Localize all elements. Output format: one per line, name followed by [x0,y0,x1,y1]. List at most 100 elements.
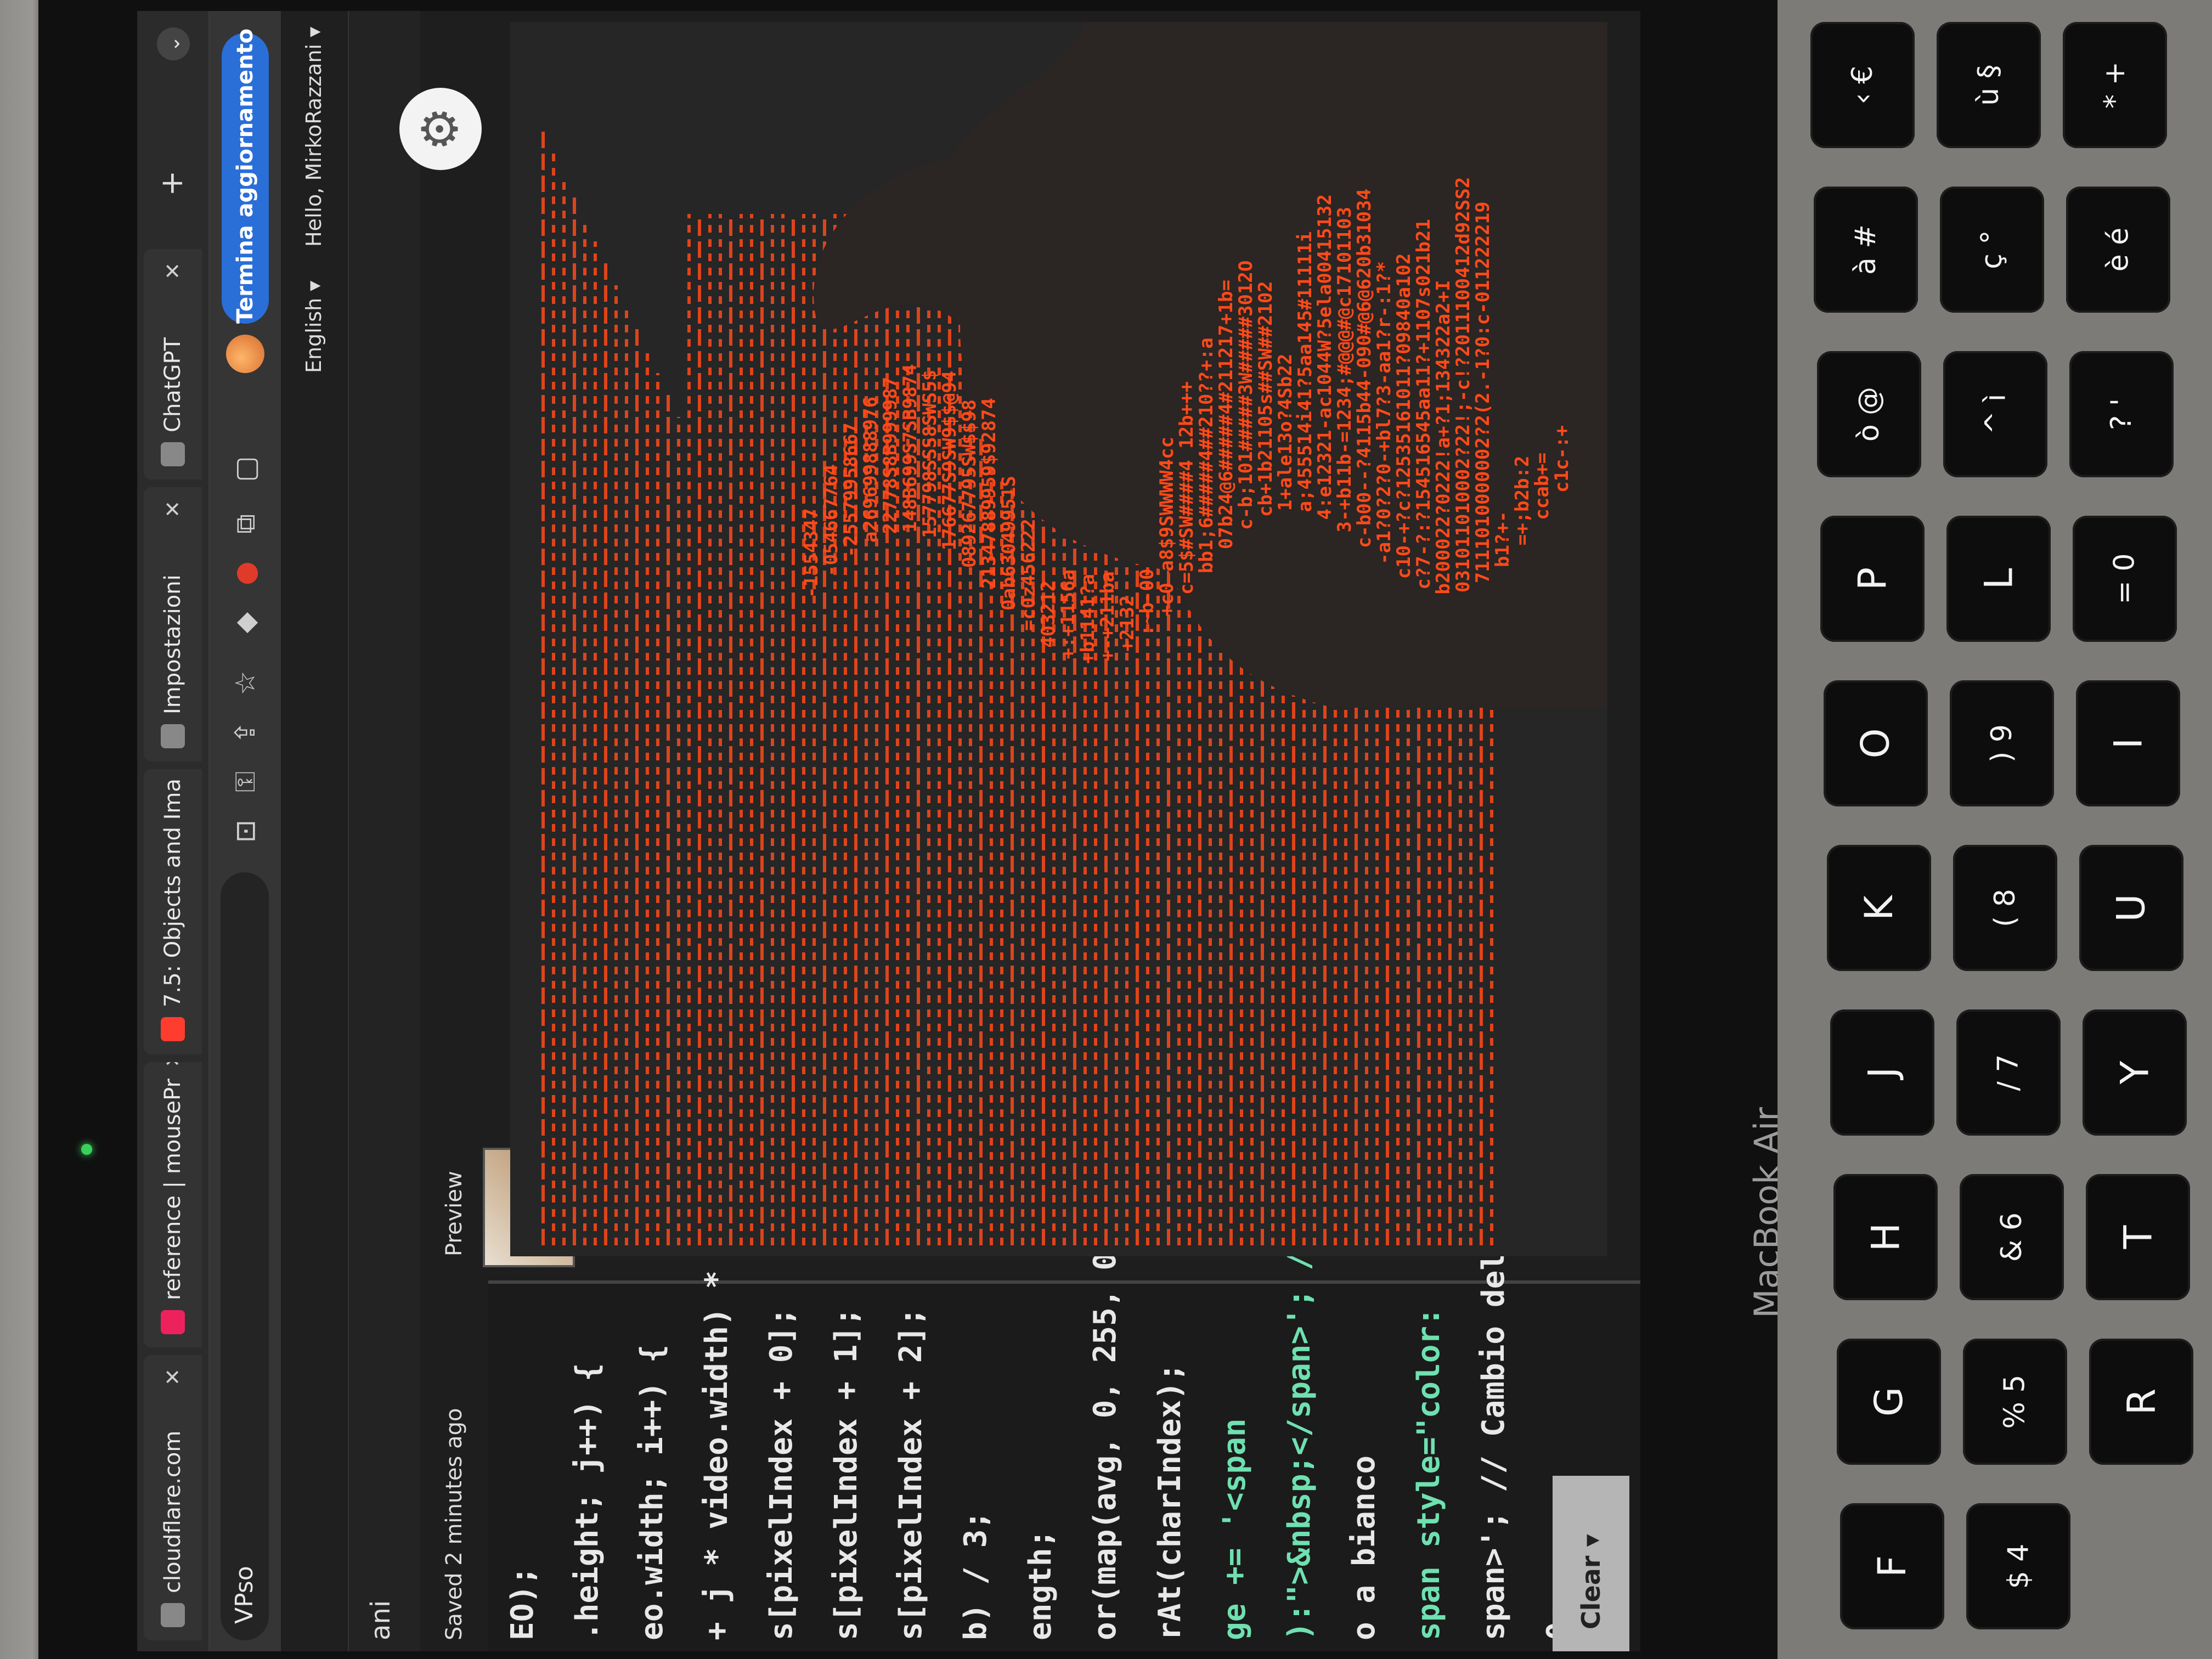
ascii-text-row: c1c-:+ [1551,425,1573,493]
browser-toolbar: VPso ⊡ ⚿ ⇪ ☆ ◆ ● ⧉ ▢ Termina aggiornamen… [210,11,281,1651]
ascii-text-row: -054667764 [820,464,842,577]
tab-search-button[interactable]: ⌄ [157,27,190,60]
keyboard-key: ò @ [1817,351,1921,477]
tab-reference-mousepr[interactable]: reference | mousePr✕ [144,1062,202,1347]
ascii-text-row: =+;b2b:2 [1511,456,1533,546]
key-label: P [1850,567,1895,591]
tab-impostazioni[interactable]: Impostazioni ✕ [144,487,202,761]
ascii-text-row: 22778S8B999987 [879,377,901,534]
ascii-text-row: bb1;6#####4##210??+:a [1195,337,1217,573]
keyboard-key: * + [2063,22,2167,148]
keyboard-key: J [1830,1009,1934,1136]
key-label: = 0 [2108,553,2141,605]
profile-avatar[interactable] [226,335,264,373]
user-menu[interactable]: Hello, MirkoRazzani ▾ [302,27,326,247]
ascii-text-row: 1+ale13o?4Sb22 [1274,354,1296,511]
key-label: / 7 [1991,1054,2025,1091]
ascii-text-row: c?7-?:?154516545aa11?+1107s021b21 [1413,219,1435,590]
keyboard-key: à # [1814,187,1918,313]
close-tab-icon[interactable]: ✕ [161,1368,185,1397]
key-label: J [1860,1066,1905,1079]
keyboard-key: U [2079,845,2183,971]
keyboard-key: è é [2066,187,2170,313]
chatgpt-icon [161,442,185,466]
key-label: I [2106,737,2151,749]
ascii-text-row: 7111010000002?2(2.-1?0:c-011222219 [1472,201,1494,583]
tab-strip: cloudflare.com✕reference | mousePr✕7.5: … [137,11,210,1651]
record-icon[interactable]: ● [226,554,264,592]
ascii-text-row: =c0z456222 [1018,518,1040,631]
code-line: s[pixelIndex + 1]; [828,1307,864,1640]
keyboard-key: P [1820,516,1925,642]
ascii-text-row: 031011010002?22!;-c!?2011100412d92SS2 [1452,177,1474,592]
console-clear-button[interactable]: Clear ▾ [1553,1476,1629,1651]
keyboard-key: G [1837,1339,1941,1465]
language-selector[interactable]: English ▾ [302,281,326,373]
close-tab-icon[interactable]: ✕ [161,262,185,291]
keyboard-key: R [2089,1339,2193,1465]
p5-icon [161,1310,185,1334]
close-tab-icon[interactable]: ✕ [161,1062,185,1079]
settings-gear-icon[interactable]: ⚙ [399,88,482,170]
code-line: s[pixelIndex + 2]; [893,1307,929,1640]
key-label: G [1866,1386,1911,1417]
code-line: o a bianco [1346,1455,1382,1640]
ascii-art-preview: -1554347-054667764-25579958667a269699888… [510,22,1607,1256]
code-editor[interactable]: EO); .height; j++) {eo.width; i++) { + j … [488,1233,1640,1651]
ascii-text-row: b1?+- [1492,511,1514,567]
extension-icon[interactable]: ◆ [226,603,264,642]
share-icon[interactable]: ⇪ [226,713,264,752]
ascii-text-row: ccab+= [1531,453,1553,520]
keyboard-key: F [1840,1503,1944,1629]
key-label: U [2109,894,2154,922]
close-tab-icon[interactable]: ✕ [161,769,185,778]
ascii-text-row: cb+1b21105s##SW##2102 [1255,281,1277,517]
code-line: + j * video.width) * [699,1270,735,1640]
bookmark-star-icon[interactable]: ☆ [226,664,264,702]
update-button[interactable]: Termina aggiornamento [222,29,269,324]
ascii-text-row: -1554347 [800,508,822,598]
sketch-title-bar: ani [349,11,420,1651]
ascii-text-row: 089267795SW$$98 [958,399,980,568]
key-label: è é [2101,227,2135,272]
key-label: L [1976,568,2021,590]
extensions-puzzle-icon[interactable]: ⧉ [226,505,264,543]
tab-label: Impostazioni [160,574,185,714]
code-line: span>'; // Cambio del [1476,1251,1511,1640]
new-tab-button[interactable]: + [153,163,192,203]
ascii-text-row: -25579958667 [840,422,862,557]
keyboard-key: K [1827,845,1931,971]
tab-cloudflare-com[interactable]: cloudflare.com ✕ [144,1355,202,1640]
keyboard-key: ( 8 [1953,845,2057,971]
tab-label: cloudflare.com [160,1430,185,1593]
sidepanel-icon[interactable]: ▢ [226,450,264,488]
keyboard-key: Y [2083,1009,2187,1136]
ascii-text-row: 148B699S7SB9874 [899,364,921,533]
screenshot-icon[interactable]: ⊡ [226,812,264,850]
keyboard-key: / 7 [1956,1009,2061,1136]
code-line: EO); [505,1566,540,1640]
key-label: ^ ì [1978,393,2012,435]
keyboard-key: L [1946,516,2051,642]
app-header: English ▾ Hello, MirkoRazzani ▾ [282,11,349,1651]
keyboard: ‹ € ù § * + à # ç ° è é ò @ ^ ì ? ' P L = 0 O) 9 I K ( … [1778,0,2212,1659]
tab-label: reference | mousePr [160,1078,185,1300]
keyboard-key: % 5 [1963,1339,2067,1465]
keyboard-key: ? ' [2069,351,2174,477]
address-bar[interactable]: VPso [221,872,269,1640]
ascii-text-row: +c0 a8$9SWWWW4cc [1156,437,1178,617]
ascii-text-row: :~b-00 [1136,569,1158,636]
ascii-text-row: a;455514i41?5aa145#11111i [1294,232,1316,512]
key-label: ‹ € [1846,65,1879,105]
tab-7-5-objects-and-ima[interactable]: 7.5: Objects and Ima✕ [144,769,202,1054]
key-label: & 6 [1995,1212,2028,1262]
key-label: F [1869,1555,1915,1578]
close-tab-icon[interactable]: ✕ [161,500,185,529]
keyboard-key: ) 9 [1950,680,2054,806]
code-line: s[pixelIndex + 0]; [764,1307,799,1640]
key-label: * + [2098,61,2131,109]
code-line: span style="color: [1411,1307,1447,1640]
key-icon[interactable]: ⚿ [226,763,264,801]
tab-chatgpt[interactable]: ChatGPT ✕ [144,249,202,479]
ascii-text-row: 176677S9SW9$$@94 [939,371,961,551]
